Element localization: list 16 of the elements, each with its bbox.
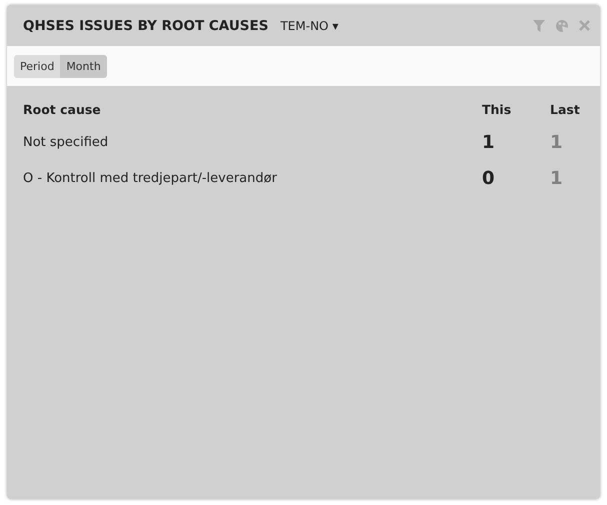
table-cell-text: 1 [550,132,564,152]
unit-dropdown[interactable]: TEM-NO ▾ [280,18,338,32]
table-cell-text: 1 [482,132,496,152]
widget-title: QHSES ISSUES BY ROOT CAUSES [23,18,268,34]
column-header: Root cause [23,102,102,116]
table-cell-text: 0 [482,168,496,188]
table-cell-text: 1 [550,168,564,188]
table-cell-text: Not specified [23,134,110,150]
filter-chip[interactable]: Month [60,54,107,78]
filter-icon[interactable] [533,20,545,32]
close-icon[interactable] [579,20,590,31]
palette-icon[interactable] [555,18,569,32]
column-header: Last [550,102,581,116]
column-header: This [482,102,512,116]
filter-chip[interactable]: Period [14,54,60,78]
table-cell-text: O - Kontroll med tredjepart/-leverandør [23,170,278,186]
